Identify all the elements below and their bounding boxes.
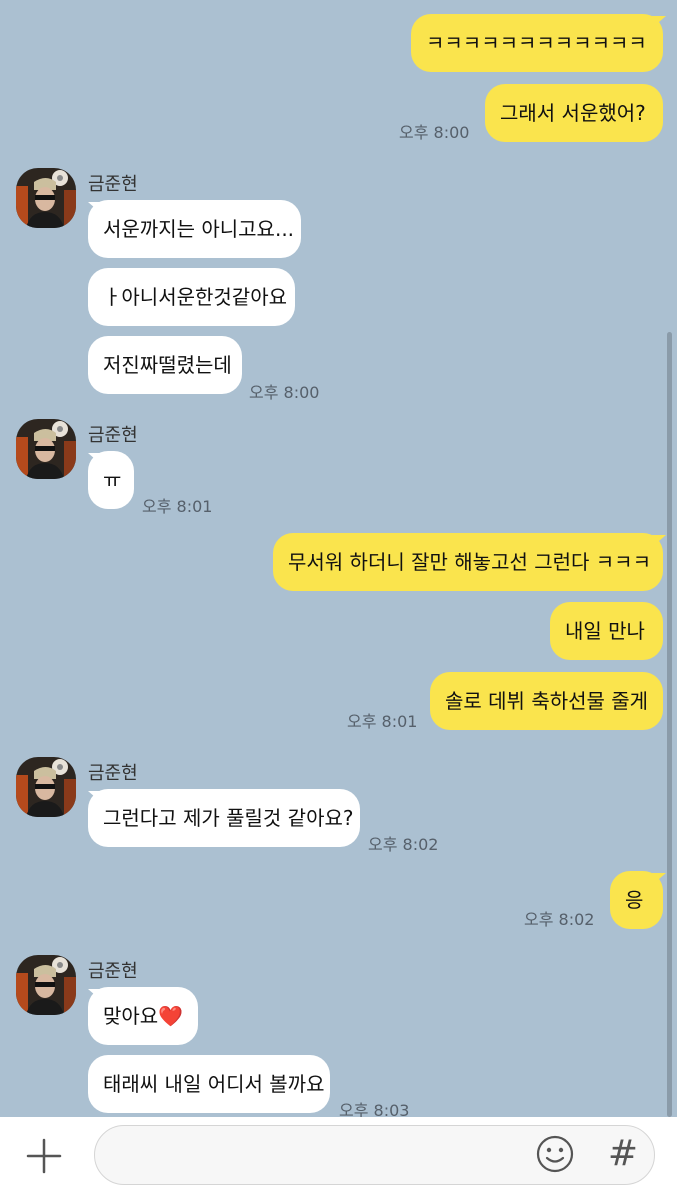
my-message-bubble[interactable]: ㅋㅋㅋㅋㅋㅋㅋㅋㅋㅋㅋㅋ <box>411 14 663 72</box>
profile-avatar[interactable] <box>16 419 76 479</box>
profile-avatar[interactable] <box>16 757 76 817</box>
profile-avatar[interactable] <box>16 168 76 228</box>
their-message-bubble[interactable]: 태래씨 내일 어디서 볼까요 <box>88 1055 330 1113</box>
message-text: 저진짜떨렸는데 <box>103 353 232 377</box>
sender-name: 금준현 <box>88 763 138 784</box>
message-text: 그런다고 제가 풀릴것 같아요? <box>103 806 354 830</box>
message-text: ㅠ <box>103 468 122 492</box>
message-text: 무서워 하더니 잘만 해놓고선 그런다 ㅋㅋㅋ <box>288 550 651 574</box>
their-message-bubble[interactable]: ㅏ아니서운한것같아요 <box>88 268 295 326</box>
profile-avatar[interactable] <box>16 955 76 1015</box>
sender-name: 금준현 <box>88 961 138 982</box>
message-text: 솔로 데뷔 축하선물 줄게 <box>445 689 649 713</box>
message-timestamp: 오후 8:01 <box>347 712 418 731</box>
my-message-bubble[interactable]: 내일 만나 <box>550 602 663 660</box>
message-timestamp: 오후 8:01 <box>142 497 213 516</box>
message-text: 맞아요 <box>103 1004 159 1028</box>
message-text: ㅏ아니서운한것같아요 <box>103 285 287 309</box>
smiley-icon[interactable] <box>535 1134 575 1174</box>
message-text: 내일 만나 <box>565 619 645 643</box>
message-text: ㅋㅋㅋㅋㅋㅋㅋㅋㅋㅋㅋㅋ <box>426 31 647 55</box>
message-timestamp: 오후 8:02 <box>368 835 439 854</box>
hash-glyph: # <box>607 1133 639 1174</box>
my-message-bubble[interactable]: 무서워 하더니 잘만 해놓고선 그런다 ㅋㅋㅋ <box>273 533 663 591</box>
bubble-tail <box>652 535 666 547</box>
their-message-bubble[interactable]: 맞아요❤️ <box>88 987 198 1045</box>
message-text: 태래씨 내일 어디서 볼까요 <box>103 1072 325 1096</box>
bubble-tail <box>652 16 666 28</box>
their-message-bubble[interactable]: ㅠ <box>88 451 134 509</box>
heart-emoji: ❤️ <box>158 1004 184 1028</box>
message-timestamp: 오후 8:00 <box>399 123 470 142</box>
sender-name: 금준현 <box>88 425 138 446</box>
their-message-bubble[interactable]: 그런다고 제가 풀릴것 같아요? <box>88 789 360 847</box>
my-message-bubble[interactable]: 솔로 데뷔 축하선물 줄게 <box>430 672 663 730</box>
message-timestamp: 오후 8:00 <box>249 383 320 402</box>
scrollbar[interactable] <box>667 332 672 1117</box>
their-message-bubble[interactable]: 서운까지는 아니고요... <box>88 200 301 258</box>
their-message-bubble[interactable]: 저진짜떨렸는데 <box>88 336 242 394</box>
bubble-tail <box>652 873 666 885</box>
plus-icon[interactable] <box>23 1135 65 1177</box>
message-text: 응 <box>625 888 644 912</box>
message-text: 그래서 서운했어? <box>500 101 646 125</box>
hash-icon[interactable]: # <box>603 1134 643 1174</box>
message-timestamp: 오후 8:02 <box>524 910 595 929</box>
sender-name: 금준현 <box>88 174 138 195</box>
message-input-bar <box>0 1117 677 1200</box>
message-text: 서운까지는 아니고요... <box>103 217 295 241</box>
my-message-bubble[interactable]: 그래서 서운했어? <box>485 84 663 142</box>
